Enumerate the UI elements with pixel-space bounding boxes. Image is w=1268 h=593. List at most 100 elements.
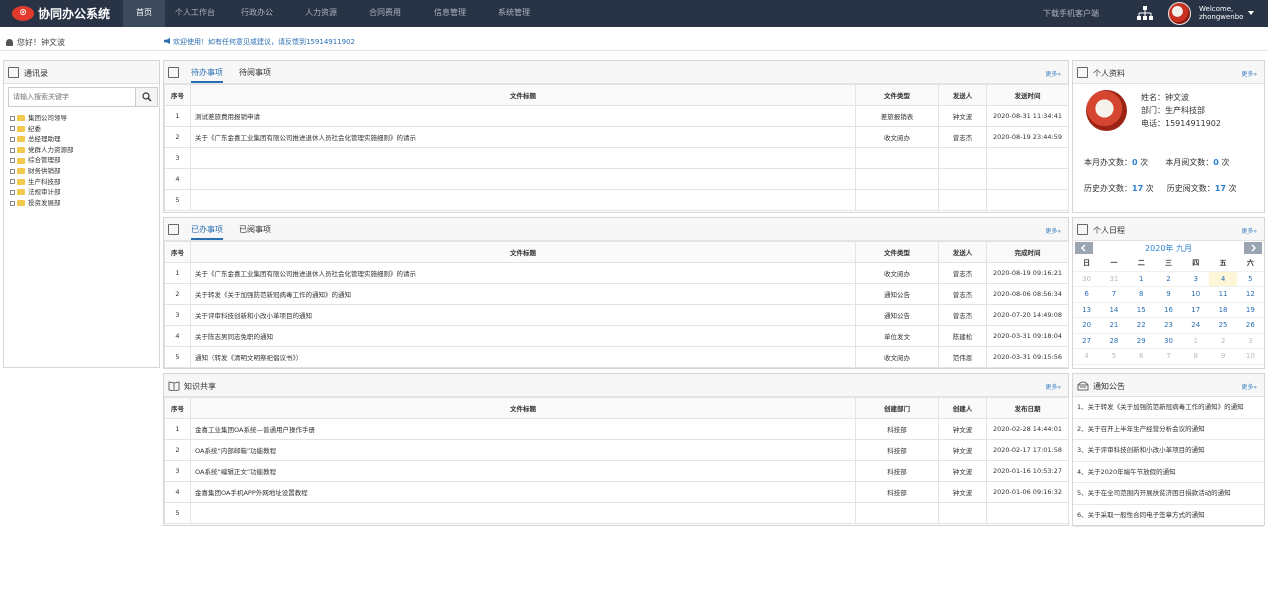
tree-node[interactable]: 纪委 [10, 124, 74, 135]
calendar-day[interactable]: 7 [1100, 287, 1128, 303]
nav-hr[interactable]: 人力资源 [295, 0, 359, 27]
announcement-item[interactable]: 2、关于召开上半年生产经营分析会议的通知 [1073, 419, 1264, 441]
announcement-item[interactable]: 5、关于在全司范围内开展扶贫济困日捐款活动的通知 [1073, 483, 1264, 505]
expand-icon[interactable] [10, 136, 15, 142]
file-title-link[interactable]: OA系统“内部邮箱”功能教程 [190, 439, 856, 461]
expand-icon[interactable] [10, 189, 15, 195]
calendar-day[interactable]: 27 [1073, 334, 1101, 349]
calendar-day[interactable]: 19 [1236, 303, 1264, 318]
tab-to-read[interactable]: 待阅事项 [239, 67, 271, 78]
announcement-item[interactable]: 6、关于采取一般性合同电子签章方式的通知 [1073, 505, 1264, 527]
announcement-item[interactable]: 1、关于转发《关于加强防范新冠病毒工作的通知》的通知 [1073, 397, 1264, 419]
tree-node[interactable]: 生产科技部 [10, 177, 74, 188]
announcements-more-link[interactable]: 更多» [1241, 382, 1257, 391]
file-title-link[interactable]: 关于《广东金喜工业集团有限公司推进退休人员社会化管理实施细则》的请示 [190, 262, 856, 284]
calendar-day[interactable]: 1 [1182, 334, 1210, 349]
done-more-link[interactable]: 更多» [1045, 226, 1061, 235]
file-title-link[interactable]: 金喜集团OA手机APP外网地址设置教程 [190, 481, 856, 503]
calendar-day[interactable]: 22 [1127, 318, 1155, 334]
nav-system-management[interactable]: 系统管理 [488, 0, 552, 27]
calendar-day[interactable]: 16 [1154, 303, 1183, 318]
app-logo[interactable]: ⊙ 协同办公系统 [12, 4, 110, 23]
calendar-day[interactable]: 5 [1236, 272, 1264, 287]
calendar-day[interactable]: 6 [1073, 287, 1101, 303]
calendar-day[interactable]: 14 [1100, 303, 1128, 318]
calendar-day[interactable]: 31 [1100, 272, 1128, 287]
nav-info-management[interactable]: 信息管理 [424, 0, 488, 27]
table-row[interactable]: 5 通知（转发《清明文明祭祀倡议书》） 收文阅办 范伟恩 2020-03-31 09:1… [164, 346, 1069, 368]
search-button[interactable] [135, 88, 157, 106]
calendar-day[interactable]: 6 [1127, 349, 1155, 365]
calendar-day[interactable]: 11 [1209, 287, 1237, 303]
tree-node[interactable]: 投资发展部 [10, 198, 74, 209]
table-row[interactable]: 4 关于陈志男同志免职的通知 单位发文 陈建松 2020-03-31 09:18:04 [164, 325, 1069, 347]
calendar-day[interactable]: 9 [1154, 287, 1183, 303]
calendar-day[interactable]: 3 [1182, 272, 1210, 287]
tab-todo[interactable]: 待办事项 [191, 67, 223, 83]
calendar-day[interactable]: 21 [1100, 318, 1128, 334]
expand-icon[interactable] [10, 158, 15, 164]
file-title-link[interactable]: 通知（转发《清明文明祭祀倡议书》） [190, 346, 856, 368]
calendar-day[interactable]: 2 [1154, 272, 1183, 287]
nav-home[interactable]: 首页 [123, 0, 165, 27]
calendar-day[interactable]: 2 [1209, 334, 1237, 349]
table-row[interactable]: 2 关于转发《关于加强防范新冠病毒工作的通知》的通知 通知公告 曾志杰 2020-08-… [164, 283, 1069, 305]
calendar-day-today[interactable]: 4 [1209, 271, 1237, 287]
calendar-day[interactable]: 24 [1182, 318, 1210, 334]
file-title-link[interactable]: 关于评审科技创新和小改小革项目的通知 [190, 304, 856, 326]
calendar-day[interactable]: 30 [1154, 334, 1183, 349]
calendar-day[interactable]: 30 [1073, 272, 1101, 287]
announcement-item[interactable]: 3、关于评审科技创新和小改小革项目的通知 [1073, 440, 1264, 462]
calendar-day[interactable]: 15 [1127, 303, 1155, 318]
table-row[interactable]: 3 OA系统“编辑正文”功能教程 科技部 钟文波 2020-01-16 10:53:27 [164, 460, 1069, 482]
expand-icon[interactable] [10, 200, 15, 206]
expand-icon[interactable] [10, 147, 15, 153]
calendar-day[interactable]: 26 [1236, 318, 1264, 334]
schedule-more-link[interactable]: 更多» [1241, 226, 1257, 235]
table-row[interactable]: 1 测试差旅费用报销申请 差旅报销表 钟文波 2020-08-31 11:34:41 [164, 105, 1069, 127]
calendar-day[interactable]: 9 [1209, 349, 1237, 365]
welcome-text[interactable]: Welcome, zhongwenbo [1199, 5, 1243, 21]
table-row[interactable]: 2 关于《广东金喜工业集团有限公司推进退休人员社会化管理实施细则》的请示 收文阅办曾… [164, 126, 1069, 148]
tree-node[interactable]: 党群人力资源部 [10, 145, 74, 156]
announcement-item[interactable]: 4、关于2020年端午节放假的通知 [1073, 462, 1264, 484]
next-month-button[interactable] [1244, 242, 1262, 254]
calendar-day[interactable]: 29 [1127, 334, 1155, 349]
tree-node[interactable]: 法规审计部 [10, 187, 74, 198]
calendar-day[interactable]: 12 [1236, 287, 1264, 303]
table-row[interactable]: 3 关于评审科技创新和小改小革项目的通知 通知公告 曾志杰 2020-07-20 14:… [164, 304, 1069, 326]
nav-personal-workbench[interactable]: 个人工作台 [165, 0, 231, 27]
tree-node[interactable]: 集团公司领导 [10, 113, 74, 124]
calendar-day[interactable]: 3 [1236, 334, 1264, 349]
calendar-day[interactable]: 10 [1182, 287, 1210, 303]
file-title-link[interactable]: 测试差旅费用报销申请 [190, 105, 856, 127]
file-title-link[interactable]: 关于陈志男同志免职的通知 [190, 325, 856, 347]
expand-icon[interactable] [10, 179, 15, 185]
tree-node[interactable]: 财务供销部 [10, 166, 74, 177]
file-title-link[interactable]: 关于转发《关于加强防范新冠病毒工作的通知》的通知 [190, 283, 856, 305]
profile-more-link[interactable]: 更多» [1241, 69, 1257, 78]
contacts-search-input[interactable] [9, 88, 136, 106]
tab-read[interactable]: 已阅事项 [239, 224, 271, 235]
download-mobile-link[interactable]: 下载手机客户端 [1043, 8, 1099, 19]
calendar-day[interactable]: 23 [1154, 318, 1183, 334]
calendar-day[interactable]: 10 [1236, 349, 1264, 365]
knowledge-more-link[interactable]: 更多» [1045, 382, 1061, 391]
calendar-day[interactable]: 4 [1073, 349, 1101, 365]
calendar-day[interactable]: 1 [1127, 272, 1155, 287]
table-row[interactable]: 1 关于《广东金喜工业集团有限公司推进退休人员社会化管理实施细则》的请示 收文阅办曾… [164, 262, 1069, 284]
tab-done[interactable]: 已办事项 [191, 224, 223, 240]
tree-node[interactable]: 总经理助理 [10, 134, 74, 145]
table-row[interactable]: 4 金喜集团OA手机APP外网地址设置教程 科技部 钟文波 2020-01-06 09:… [164, 481, 1069, 503]
calendar-day[interactable]: 5 [1100, 349, 1128, 365]
calendar-day[interactable]: 28 [1100, 334, 1128, 349]
calendar-day[interactable]: 20 [1073, 318, 1101, 334]
file-title-link[interactable]: OA系统“编辑正文”功能教程 [190, 460, 856, 482]
calendar-day[interactable]: 25 [1209, 318, 1237, 334]
todo-more-link[interactable]: 更多» [1045, 69, 1061, 78]
nav-admin-office[interactable]: 行政办公 [231, 0, 295, 27]
calendar-day[interactable]: 17 [1182, 303, 1210, 318]
table-row[interactable]: 1 金喜工业集团OA系统—普通用户操作手册 科技部 钟文波 2020-02-28 14:… [164, 418, 1069, 440]
calendar-day[interactable]: 8 [1127, 287, 1155, 303]
file-title-link[interactable]: 金喜工业集团OA系统—普通用户操作手册 [190, 418, 856, 440]
